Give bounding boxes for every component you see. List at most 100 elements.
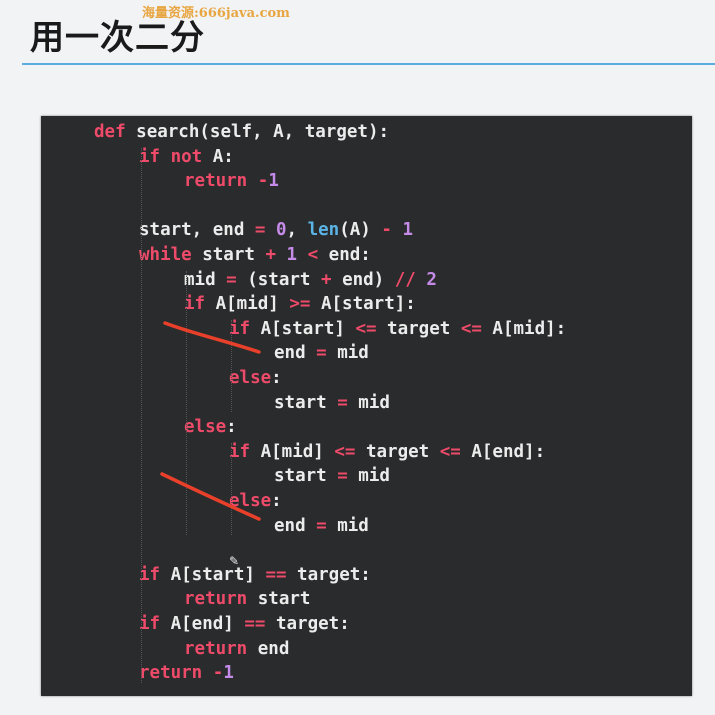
code-line: return start xyxy=(184,587,310,612)
code-token: target: xyxy=(297,564,371,585)
code-token: end) xyxy=(342,269,395,290)
code-token: start xyxy=(257,589,311,610)
indent-guide xyxy=(186,270,187,536)
code-token: : xyxy=(271,368,282,388)
code-token: == xyxy=(244,614,276,634)
code-token: (A) xyxy=(339,220,382,241)
code-line: if not A: xyxy=(139,145,234,170)
code-token: else xyxy=(229,368,272,388)
code-token: else xyxy=(229,491,272,511)
code-token: start xyxy=(274,392,338,413)
code-token: 1 xyxy=(286,245,308,265)
code-token: mid xyxy=(337,343,369,364)
code-line: return -1 xyxy=(139,661,234,686)
code-token: end xyxy=(257,638,290,659)
code-token: = xyxy=(316,515,338,536)
code-token: def xyxy=(94,122,137,142)
code-token: 1 xyxy=(268,171,279,192)
code-token: (start xyxy=(247,269,321,290)
title-divider xyxy=(22,63,715,65)
code-token: 1 xyxy=(223,663,234,684)
code-line: else: xyxy=(184,415,237,440)
code-token: <= xyxy=(460,318,493,339)
code-line: end = mid xyxy=(274,341,369,366)
code-token: end xyxy=(274,343,317,364)
code-line: return end xyxy=(184,637,289,662)
code-token: search(self, A, target): xyxy=(136,122,390,142)
code-line: if A[start] == target: xyxy=(139,563,371,588)
code-token: < xyxy=(307,245,329,265)
code-token: <= xyxy=(439,441,472,462)
indent-guide xyxy=(231,442,232,536)
code-token: <= xyxy=(334,441,366,462)
code-token: : xyxy=(271,491,282,511)
code-token: return xyxy=(139,663,213,684)
code-token: >= xyxy=(289,294,321,315)
code-token: A[end] xyxy=(170,614,245,634)
code-line: start = mid xyxy=(274,391,390,416)
code-token: = xyxy=(254,220,276,241)
code-line: if A[end] == target: xyxy=(139,612,350,637)
code-token: A: xyxy=(212,146,234,167)
code-token: + xyxy=(321,269,343,290)
code-token: 1 xyxy=(402,220,413,241)
code-token: = xyxy=(316,343,338,364)
code-line: while start + 1 < end: xyxy=(139,243,371,268)
code-token: target: xyxy=(275,614,350,634)
code-token: == xyxy=(265,564,298,585)
code-token: end: xyxy=(328,245,371,265)
code-line: start = mid xyxy=(274,464,390,489)
code-token: // xyxy=(394,269,427,290)
code-line: end = mid xyxy=(274,514,369,539)
code-token: = xyxy=(337,466,359,487)
code-line: def search(self, A, target): xyxy=(94,120,389,145)
code-token: start xyxy=(274,466,338,487)
watermark: 海量资源:666java.com xyxy=(142,6,290,21)
code-token: <= xyxy=(355,318,388,339)
code-line: if A[start] <= target <= A[mid]: xyxy=(229,317,566,342)
code-token: end xyxy=(274,515,317,536)
code-token: A[mid]: xyxy=(492,318,567,339)
code-token: while xyxy=(139,245,203,265)
code-token: A[end]: xyxy=(471,441,546,462)
code-token: A[mid] xyxy=(215,294,290,315)
code-token: target xyxy=(387,318,461,339)
code-token: mid xyxy=(337,515,369,536)
code-token: + xyxy=(265,245,287,265)
indent-guide xyxy=(231,319,232,413)
code-line: if A[mid] <= target <= A[end]: xyxy=(229,440,545,465)
code-token: A[mid] xyxy=(260,441,335,462)
code-token: - xyxy=(381,220,403,241)
code-token: mid xyxy=(184,269,227,290)
code-token: - xyxy=(257,171,269,192)
code-token: A[start]: xyxy=(320,294,416,315)
code-token: if xyxy=(184,294,216,315)
code-line: else: xyxy=(229,489,282,514)
code-token: if xyxy=(139,146,171,167)
code-line: start, end = 0, len(A) - 1 xyxy=(139,218,413,243)
code-line: mid = (start + end) // 2 xyxy=(184,268,437,293)
code-line: if A[mid] >= A[start]: xyxy=(184,292,416,317)
code-token: if xyxy=(139,564,171,585)
code-token: , xyxy=(286,220,308,241)
code-token: mid xyxy=(358,466,390,487)
code-token: A[start] xyxy=(170,564,266,585)
code-token: = xyxy=(337,392,359,413)
code-token: target xyxy=(365,441,440,462)
code-token: 2 xyxy=(426,269,437,290)
code-token: else xyxy=(184,417,227,438)
code-token: if xyxy=(229,441,261,462)
code-token: return xyxy=(184,589,258,610)
code-token: A[start] xyxy=(260,318,356,339)
indent-guide xyxy=(141,147,142,683)
code-line: return -1 xyxy=(184,169,279,194)
code-token: : xyxy=(226,417,237,438)
code-token: return xyxy=(184,171,258,192)
code-token: = xyxy=(226,269,248,290)
code-token: 0 xyxy=(275,220,287,241)
code-token: return xyxy=(184,638,258,659)
code-token: if xyxy=(139,614,171,634)
code-token: - xyxy=(212,663,224,684)
pen-cursor-icon: ✎ xyxy=(229,554,240,568)
code-panel: def search(self, A, target): if not A: ret… xyxy=(41,116,692,696)
